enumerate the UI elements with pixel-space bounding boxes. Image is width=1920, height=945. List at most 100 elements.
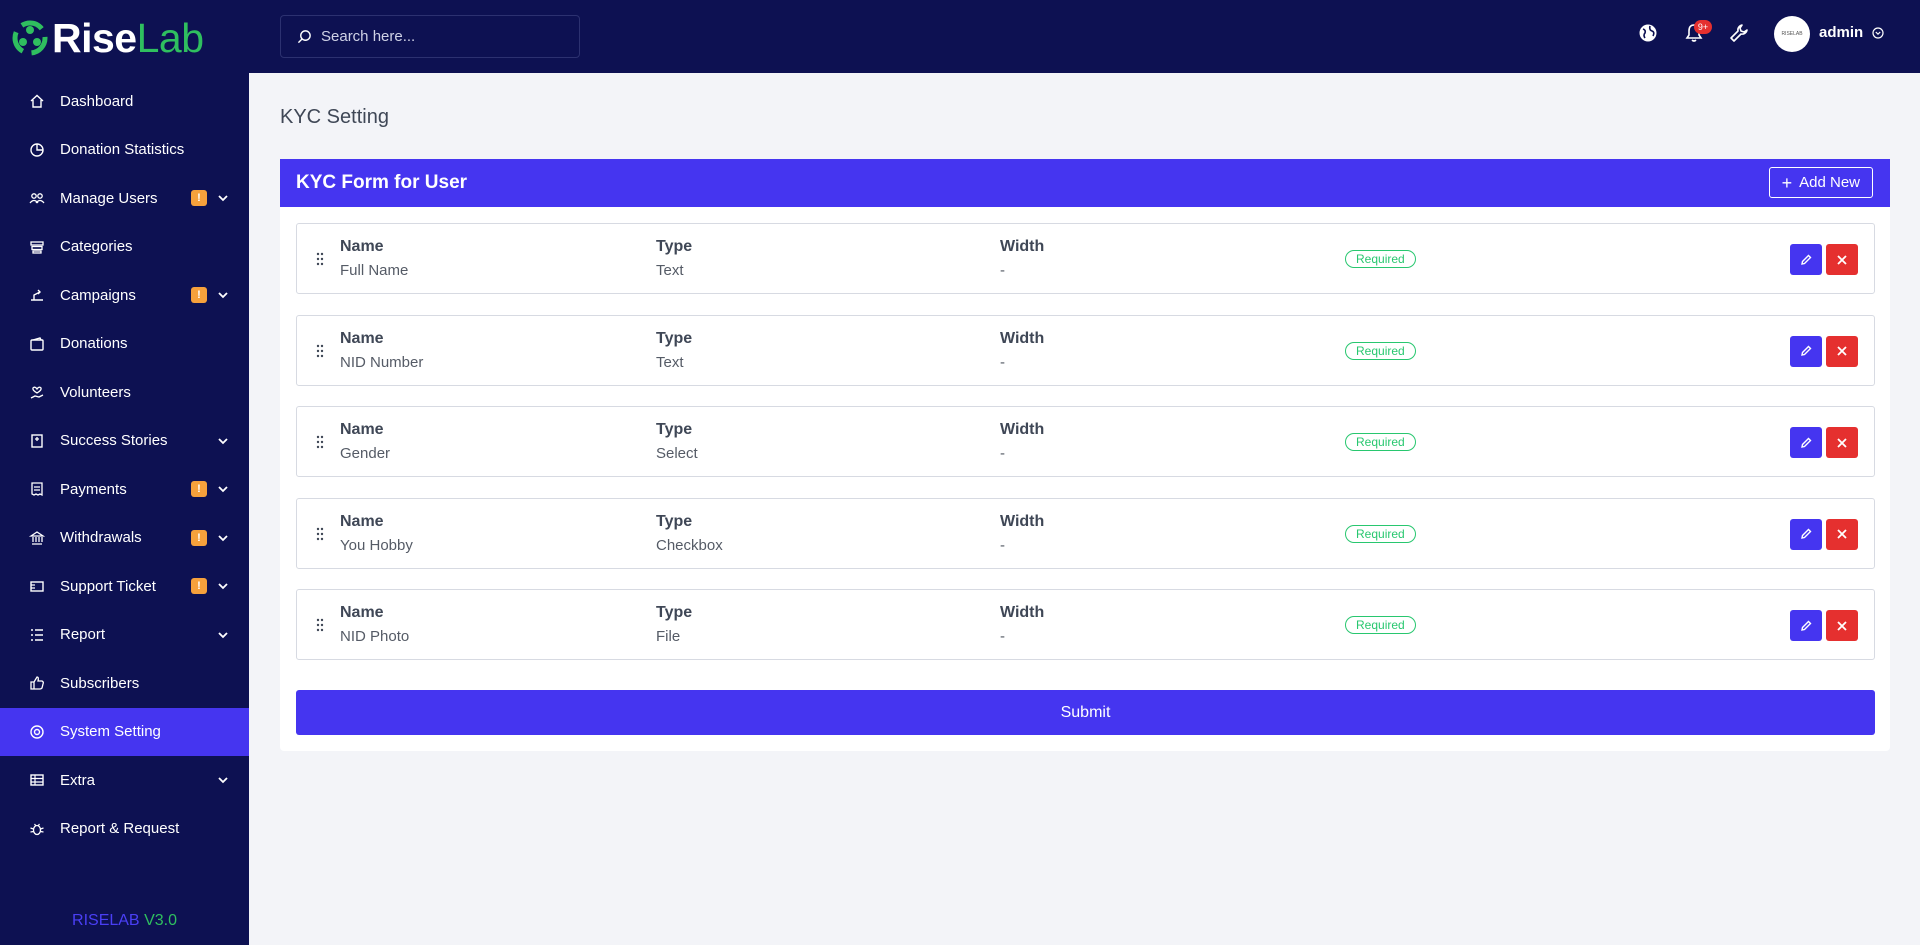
kyc-field-row: Name Full Name Type Text Width - Required xyxy=(296,223,1875,294)
sidebar-item-label: Report & Request xyxy=(60,820,180,838)
search-input[interactable] xyxy=(321,28,561,45)
logo[interactable]: RiseLab xyxy=(10,14,204,61)
alert-badge: ! xyxy=(191,481,207,498)
type-label: Type xyxy=(656,421,693,438)
delete-button[interactable] xyxy=(1826,518,1858,550)
pencil-icon xyxy=(1801,528,1812,539)
chevron-down-icon[interactable] xyxy=(217,289,229,301)
close-icon xyxy=(1837,437,1847,448)
sidebar-item-label: Campaigns xyxy=(60,286,136,304)
field-width: - xyxy=(1000,628,1005,645)
type-column: Type Text xyxy=(656,330,692,371)
pie-chart-icon xyxy=(28,141,45,158)
sidebar-item-donation-statistics[interactable]: Donation Statistics xyxy=(0,126,249,175)
wrench-icon[interactable] xyxy=(1728,22,1750,44)
edit-button[interactable] xyxy=(1790,518,1822,550)
field-type: Text xyxy=(656,353,684,371)
kyc-field-row: Name You Hobby Type Checkbox Width - Required xyxy=(296,497,1875,569)
logo-text-lab: Lab xyxy=(136,14,204,61)
edit-button[interactable] xyxy=(1790,427,1822,458)
sidebar-item-label: Report xyxy=(60,626,106,644)
chevron-down-icon[interactable] xyxy=(217,580,229,592)
book-icon xyxy=(28,432,45,449)
edit-button[interactable] xyxy=(1790,610,1822,641)
user-name[interactable]: admin xyxy=(1819,24,1863,41)
sidebar-item-extra[interactable]: Extra xyxy=(0,756,249,805)
sidebar-item-manage-users[interactable]: Manage Users! xyxy=(0,174,249,223)
chevron-down-icon[interactable] xyxy=(217,774,229,786)
sidebar-item-categories[interactable]: Categories xyxy=(0,223,249,272)
sidebar-item-withdrawals[interactable]: Withdrawals! xyxy=(0,514,249,563)
receipt-icon xyxy=(28,481,45,498)
pencil-icon xyxy=(1801,620,1812,631)
chevron-down-circle-icon[interactable] xyxy=(1872,27,1884,39)
sidebar-item-donations[interactable]: Donations xyxy=(0,320,249,369)
logo-icon xyxy=(10,18,50,58)
sidebar-item-subscribers[interactable]: Subscribers xyxy=(0,659,249,708)
sidebar-item-campaigns[interactable]: Campaigns! xyxy=(0,271,249,320)
sidebar-item-dashboard[interactable]: Dashboard xyxy=(0,77,249,126)
kyc-field-row: Name NID Number Type Text Width - Required xyxy=(296,314,1875,386)
sidebar-item-label: Donations xyxy=(60,335,128,353)
type-label: Type xyxy=(656,512,693,530)
sidebar-item-report[interactable]: Report xyxy=(0,611,249,660)
name-label: Name xyxy=(340,238,384,255)
name-label: Name xyxy=(340,604,384,621)
sidebar-item-label: Success Stories xyxy=(60,432,168,450)
card-header: KYC Form for User + Add New xyxy=(280,159,1890,207)
sidebar-item-report-request[interactable]: Report & Request xyxy=(0,805,249,854)
sidebar: RiseLab Dashboard Donation Statistics Mana… xyxy=(0,0,249,945)
type-label: Type xyxy=(656,238,693,255)
drag-handle-icon[interactable] xyxy=(316,344,324,358)
chevron-down-icon[interactable] xyxy=(217,435,229,447)
sidebar-item-volunteers[interactable]: Volunteers xyxy=(0,368,249,417)
sidebar-item-label: Extra xyxy=(60,771,96,789)
submit-button[interactable]: Submit xyxy=(296,690,1875,735)
delete-button[interactable] xyxy=(1826,610,1858,641)
required-badge: Required xyxy=(1345,524,1416,543)
settings-icon xyxy=(28,723,45,740)
sidebar-item-label: Categories xyxy=(60,238,133,256)
kyc-form-card: KYC Form for User + Add New Name Full Name… xyxy=(280,159,1890,751)
add-new-button[interactable]: + Add New xyxy=(1768,167,1873,198)
name-column: Name NID Photo xyxy=(340,604,409,645)
drag-handle-icon[interactable] xyxy=(316,252,324,266)
kyc-field-row: Name NID Photo Type File Width - Required xyxy=(296,589,1875,660)
chevron-down-icon[interactable] xyxy=(217,483,229,495)
delete-button[interactable] xyxy=(1826,244,1858,275)
chevron-down-icon[interactable] xyxy=(217,192,229,204)
width-label: Width xyxy=(1000,238,1045,255)
bug-icon xyxy=(28,820,45,837)
required-badge: Required xyxy=(1345,341,1416,360)
sidebar-item-support-ticket[interactable]: Support Ticket! xyxy=(0,562,249,611)
delete-button[interactable] xyxy=(1826,335,1858,367)
edit-button[interactable] xyxy=(1790,335,1822,367)
name-column: Name You Hobby xyxy=(340,513,413,554)
field-width: - xyxy=(1000,536,1005,554)
alert-badge: ! xyxy=(191,287,207,304)
hand-heart-icon xyxy=(28,384,45,401)
search-box[interactable] xyxy=(280,15,580,58)
field-name: You Hobby xyxy=(340,536,413,554)
chevron-down-icon[interactable] xyxy=(217,532,229,544)
avatar[interactable]: RISELAB xyxy=(1774,16,1810,52)
width-label: Width xyxy=(1000,604,1045,621)
required-badge: Required xyxy=(1345,433,1416,451)
globe-icon[interactable] xyxy=(1637,22,1659,44)
edit-button[interactable] xyxy=(1790,244,1822,275)
drag-handle-icon[interactable] xyxy=(316,435,324,449)
chevron-down-icon[interactable] xyxy=(217,629,229,641)
field-width: - xyxy=(1000,262,1005,279)
alert-badge: ! xyxy=(191,529,207,546)
table-icon xyxy=(28,772,45,789)
drag-handle-icon[interactable] xyxy=(316,527,324,541)
pencil-icon xyxy=(1801,254,1812,265)
sidebar-item-system-setting[interactable]: System Setting xyxy=(0,707,249,756)
sidebar-item-payments[interactable]: Payments! xyxy=(0,465,249,514)
layers-icon xyxy=(28,238,45,255)
delete-button[interactable] xyxy=(1826,427,1858,458)
thumbs-up-icon xyxy=(28,675,45,692)
drag-handle-icon[interactable] xyxy=(316,618,324,632)
name-column: Name NID Number xyxy=(340,330,423,371)
sidebar-item-success-stories[interactable]: Success Stories xyxy=(0,417,249,466)
